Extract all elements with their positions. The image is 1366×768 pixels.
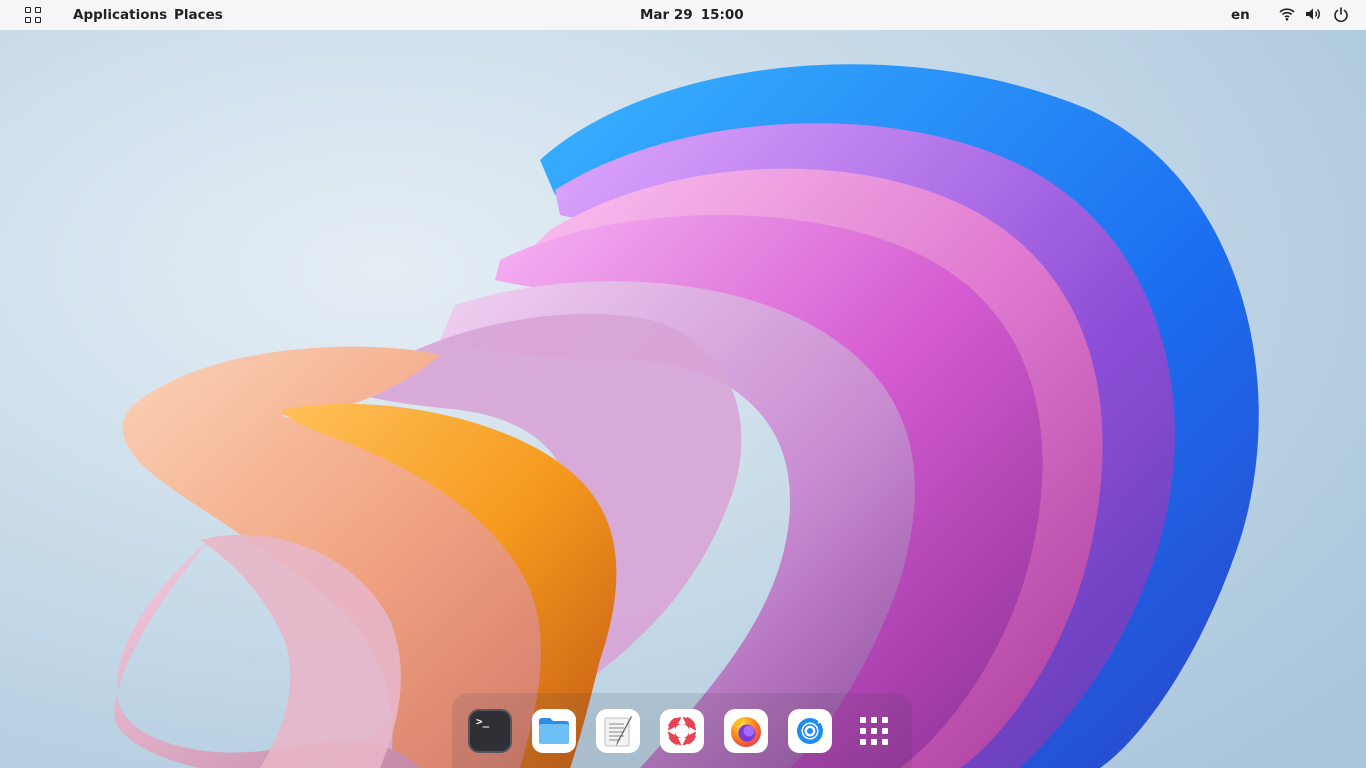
clock[interactable]: Mar 29 15:00 (640, 0, 744, 30)
keyboard-language-indicator[interactable]: en (1231, 0, 1250, 30)
activities-grid-icon[interactable] (20, 0, 46, 30)
applications-menu[interactable]: Applications (73, 0, 167, 30)
clock-date: Mar 29 (640, 7, 693, 23)
files-icon[interactable] (532, 709, 576, 753)
desktop-wallpaper (0, 0, 1366, 768)
volume-icon[interactable] (1305, 0, 1323, 30)
top-panel: Applications Places Mar 29 15:00 en (0, 0, 1366, 30)
terminal-prompt: >_ (476, 715, 490, 728)
places-menu[interactable]: Places (174, 0, 223, 30)
web-browser-icon[interactable] (788, 709, 832, 753)
text-editor-icon[interactable] (596, 709, 640, 753)
power-icon[interactable] (1333, 0, 1349, 30)
clock-time: 15:00 (700, 7, 744, 23)
show-applications-icon[interactable] (852, 709, 896, 753)
dock: >_ (452, 693, 912, 768)
terminal-icon[interactable]: >_ (468, 709, 512, 753)
firefox-icon[interactable] (724, 709, 768, 753)
help-lifebuoy-icon[interactable] (660, 709, 704, 753)
wifi-icon[interactable] (1279, 0, 1295, 30)
